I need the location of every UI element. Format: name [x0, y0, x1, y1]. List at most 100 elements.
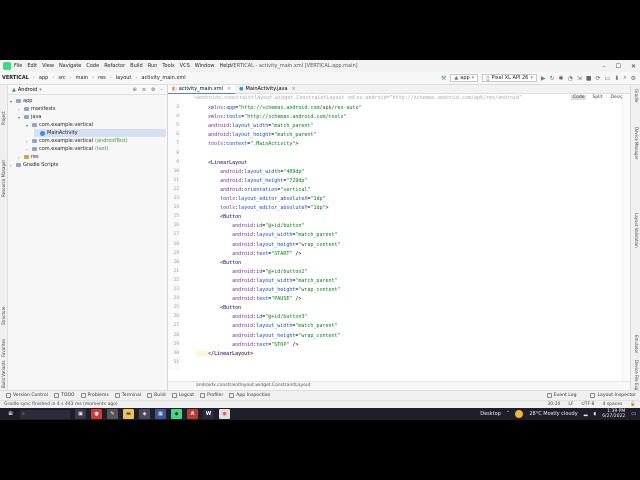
code-view-button[interactable]: Code	[570, 95, 587, 100]
code-line[interactable]: tools:context=".MainActivity">	[196, 141, 298, 147]
menu-run[interactable]: Run	[148, 63, 158, 69]
code-line[interactable]: xmlns:app="http://schemas.android.com/ap…	[196, 105, 362, 111]
menu-edit[interactable]: Edit	[27, 63, 37, 69]
build-tab[interactable]: Build	[147, 393, 166, 398]
sdk-manager-icon[interactable]: ⬇	[614, 75, 619, 82]
menu-refactor[interactable]: Refactor	[104, 63, 125, 69]
todo-tab[interactable]: TODO	[53, 393, 75, 398]
crumb-layout[interactable]: layout	[116, 75, 132, 81]
tree-item-res[interactable]: › res	[18, 153, 39, 161]
crumb-project[interactable]: VERTICAL	[2, 75, 29, 81]
menu-window[interactable]: Window	[195, 63, 215, 69]
crumb-src[interactable]: src	[58, 75, 65, 81]
gradle-tool-tab[interactable]: Gradle	[634, 89, 639, 102]
android-studio-taskbar-icon[interactable]: ◆	[171, 409, 182, 419]
tree-item-package-test[interactable]: › com.example.vertical (test)	[26, 145, 109, 153]
terminal-tab[interactable]: Terminal	[114, 393, 141, 398]
profiler-tab[interactable]: Profiler	[200, 393, 223, 398]
code-line[interactable]: android:id="@+id/button3"	[196, 314, 307, 320]
network-icon[interactable]: ▂	[584, 411, 588, 417]
code-line[interactable]: android:layout_height="wrap_content"	[196, 287, 340, 293]
code-line[interactable]: <Button	[196, 305, 241, 311]
hide-icon[interactable]: –	[161, 87, 164, 93]
logcat-tab[interactable]: Logcat	[171, 393, 194, 398]
crumb-res[interactable]: res	[98, 75, 106, 81]
editor-scrollbar[interactable]	[622, 95, 630, 381]
menu-view[interactable]: View	[42, 63, 54, 69]
crumb-main[interactable]: main	[76, 75, 89, 81]
notifications-icon[interactable]: ▭	[631, 411, 636, 417]
build-variants-tool-tab[interactable]: Build Variants	[1, 360, 6, 388]
code-line[interactable]: android:layout_height="wrap_content"	[196, 242, 340, 248]
hammer-icon[interactable]: ⚒	[441, 75, 446, 82]
stop-icon[interactable]: ■	[586, 75, 592, 82]
line-separator[interactable]: LF	[568, 402, 573, 407]
tab-mainactivity-java[interactable]: ● MainActivity.java ×	[235, 85, 300, 94]
code-line[interactable]: android:id="@+id/button2"	[196, 269, 307, 275]
maximize-icon[interactable]: ☐	[616, 63, 621, 70]
tree-item-mainactivity[interactable]: MainActivity	[34, 129, 166, 137]
settings-icon[interactable]: ⚙	[631, 75, 636, 82]
lock-icon[interactable]: 🔓	[630, 402, 636, 407]
editor-breadcrumb[interactable]: androidx.constraintlayout.widget.Constra…	[168, 381, 630, 389]
code-line[interactable]: android:layout_height="wrap_content"	[196, 333, 340, 339]
menu-file[interactable]: File	[14, 63, 22, 69]
menu-tools[interactable]: Tools	[162, 63, 174, 69]
app-icon-gray[interactable]: ◈	[139, 409, 150, 419]
split-view-button[interactable]: Split	[590, 95, 604, 100]
desktop-label[interactable]: Desktop	[480, 411, 501, 417]
code-line[interactable]: android:text="PAUSE" />	[196, 296, 301, 302]
code-line[interactable]: <LinearLayout	[196, 160, 247, 166]
chrome-icon[interactable]: ◉	[219, 409, 230, 419]
code-line[interactable]: xmlns:tools="http://schemas.android.com/…	[196, 114, 347, 120]
code-line[interactable]: android:text="STOP" />	[196, 342, 298, 348]
menu-build[interactable]: Build	[130, 63, 143, 69]
menu-navigate[interactable]: Navigate	[59, 63, 81, 69]
minimize-icon[interactable]: –	[603, 63, 606, 70]
app-icon-red[interactable]: ●	[91, 409, 102, 419]
layout-validation-tool-tab[interactable]: Layout Validation	[634, 213, 639, 248]
code-line[interactable]: <Button	[196, 260, 241, 266]
code-line[interactable]: android:layout_height="729dp"	[196, 178, 307, 184]
code-line[interactable]: android:layout_height="match_parent"	[196, 132, 316, 138]
structure-tool-tab[interactable]: Structure	[1, 306, 6, 325]
device-dropdown[interactable]: ▯ Pixel XL API 26 ▾	[482, 74, 537, 82]
tree-item-gradle-scripts[interactable]: › Gradle Scripts	[10, 161, 58, 169]
tree-item-manifests[interactable]: › manifests	[18, 105, 56, 113]
crumb-app[interactable]: app	[39, 75, 48, 81]
problems-tab[interactable]: Problems	[80, 393, 109, 398]
weather-text[interactable]: 28°C Mostly cloudy	[529, 411, 577, 417]
emulator-tool-tab[interactable]: Emulator	[634, 335, 639, 353]
tree-item-java[interactable]: ▾ java	[18, 113, 41, 121]
taskbar-search-box[interactable]: ⌕	[20, 409, 70, 419]
code-line[interactable]: android:layout_width="match_parent"	[196, 323, 337, 329]
resource-manager-tool-tab[interactable]: Resource Manager	[1, 160, 6, 197]
menu-vcs[interactable]: VCS	[180, 63, 190, 69]
clock[interactable]: 1:39 PM 6/27/2022	[602, 409, 625, 419]
device-manager-tool-tab[interactable]: Device Manager	[634, 127, 639, 159]
attach-debugger-icon[interactable]: ⇲	[577, 75, 582, 82]
code-line[interactable]: android:layout_width="match_parent"	[196, 123, 313, 129]
volume-icon[interactable]: ◖	[594, 411, 597, 417]
debug-icon[interactable]: ✱	[559, 75, 564, 82]
code-line[interactable]: android:id="@+id/button"	[196, 223, 304, 229]
close-tab-icon[interactable]: ×	[292, 86, 296, 92]
close-tab-icon[interactable]: ×	[227, 86, 231, 92]
event-log-tab[interactable]: Event Log	[546, 393, 576, 398]
app-inspection-tab[interactable]: App Inspection	[229, 393, 270, 398]
search-icon[interactable]: ⌕	[623, 74, 626, 82]
project-view-dropdown[interactable]: Android	[18, 87, 37, 93]
close-icon[interactable]: ✕	[631, 63, 636, 70]
profile-icon[interactable]: ◔	[568, 75, 573, 82]
pdf-app-icon[interactable]: A	[187, 409, 198, 419]
task-view-icon[interactable]: ▣	[75, 409, 86, 419]
apply-changes-icon[interactable]: ↻	[549, 75, 554, 82]
collapse-icon[interactable]: ≡	[142, 87, 146, 93]
code-line[interactable]: <Button	[196, 214, 241, 220]
tree-item-package-androidtest[interactable]: › com.example.vertical (androidTest)	[26, 137, 128, 145]
crumb-file[interactable]: activity_main.xml	[141, 75, 185, 81]
file-encoding[interactable]: UTF-8	[581, 402, 594, 407]
menu-code[interactable]: Code	[86, 63, 99, 69]
chevron-up-icon[interactable]: ˄	[507, 411, 510, 417]
gear-icon[interactable]: ⚙	[151, 87, 155, 93]
